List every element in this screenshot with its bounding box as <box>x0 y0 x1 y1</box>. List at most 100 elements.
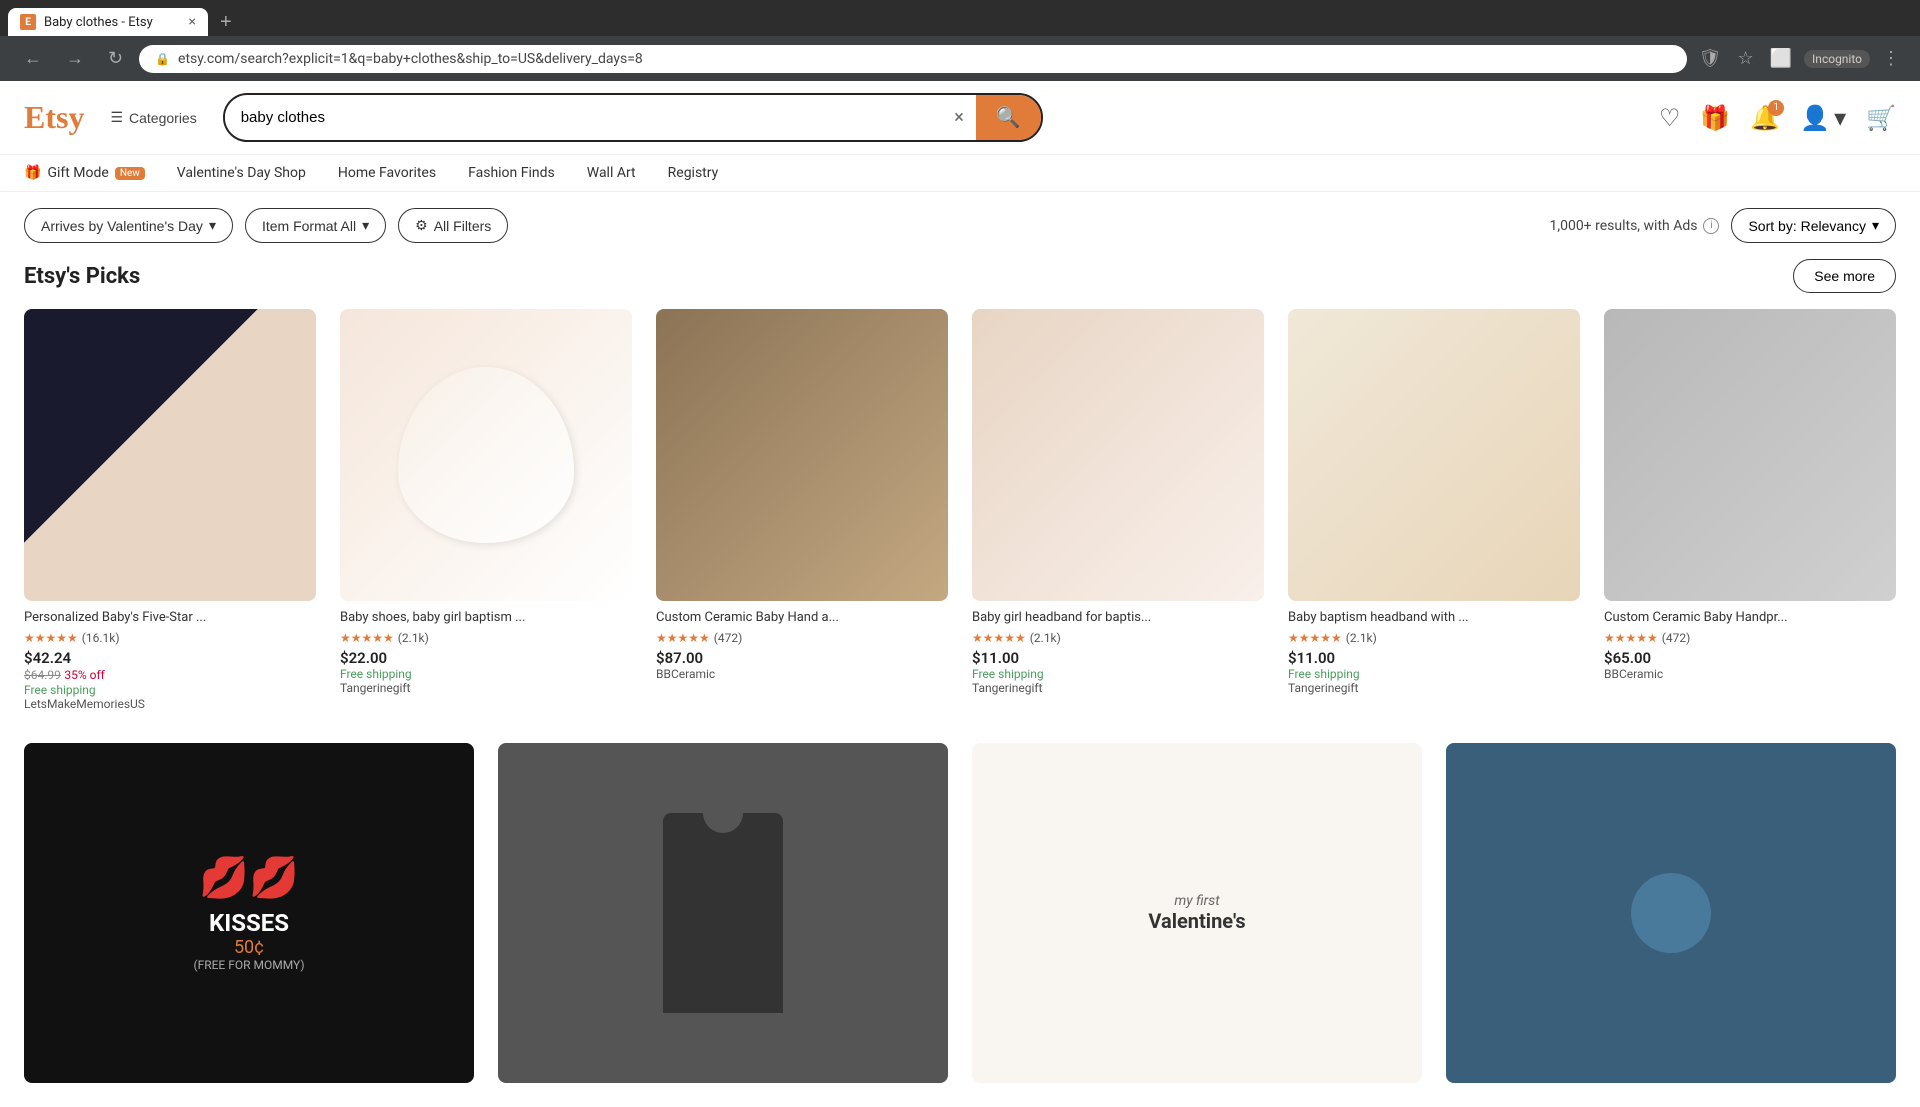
product-shipping: Free shipping <box>972 667 1264 681</box>
etsy-page: Etsy ☰ Categories × 🔍 ♡ 🎁 🔔 1 👤 ▾ 🛒 🎁 <box>0 81 1920 1107</box>
nav-wall-art-label: Wall Art <box>587 165 636 181</box>
nav-item-registry[interactable]: Registry <box>668 165 719 181</box>
site-header: Etsy ☰ Categories × 🔍 ♡ 🎁 🔔 1 👤 ▾ 🛒 <box>0 81 1920 155</box>
nav-item-wall-art[interactable]: Wall Art <box>587 165 636 181</box>
search-bar[interactable]: × 🔍 <box>223 93 1043 142</box>
product-seller: BBCeramic <box>1604 667 1896 681</box>
results-info-icon[interactable]: i <box>1703 218 1719 234</box>
search-button[interactable]: 🔍 <box>976 95 1041 140</box>
product-card[interactable]: Baby baptism headband with ... ★★★★★ (2.… <box>1288 309 1580 711</box>
product-card-bottom[interactable]: 💋💋 KISSES 50¢ (FREE FOR MOMMY) <box>24 743 474 1083</box>
product-card[interactable]: Baby girl headband for baptis... ★★★★★ (… <box>972 309 1264 711</box>
sort-label: Sort by: Relevancy <box>1748 218 1866 234</box>
product-image <box>24 309 316 601</box>
profile-chevron: ▾ <box>1834 104 1846 132</box>
stars-icon: ★★★★★ <box>1288 631 1342 645</box>
product-image-bottom: my first Valentine's <box>972 743 1422 1083</box>
product-shipping: Free shipping <box>24 683 316 697</box>
product-card-bottom[interactable] <box>498 743 948 1083</box>
item-format-filter[interactable]: Item Format All ▾ <box>245 208 386 243</box>
product-rating: ★★★★★ (2.1k) <box>972 631 1264 645</box>
more-options-icon[interactable]: ⋮ <box>1878 44 1904 73</box>
tab-close-button[interactable]: × <box>189 14 196 30</box>
stars-icon: ★★★★★ <box>972 631 1026 645</box>
profile-icon[interactable]: 👤 ▾ <box>1800 104 1846 132</box>
nav-item-home-favorites[interactable]: Home Favorites <box>338 165 436 181</box>
product-image-bottom <box>1446 743 1896 1083</box>
product-image <box>340 309 632 601</box>
product-card[interactable]: Baby shoes, baby girl baptism ... ★★★★★ … <box>340 309 632 711</box>
categories-button[interactable]: ☰ Categories <box>100 103 206 132</box>
review-count: (2.1k) <box>398 631 429 645</box>
shield-icon[interactable]: 🛡 <box>1695 44 1726 73</box>
product-seller: Tangerinegift <box>340 681 632 695</box>
product-card[interactable]: Personalized Baby's Five-Star ... ★★★★★ … <box>24 309 316 711</box>
bookmark-icon[interactable]: ☆ <box>1733 44 1757 73</box>
product-shipping: Free shipping <box>1288 667 1580 681</box>
results-text: 1,000+ results, with Ads <box>1549 218 1697 234</box>
results-info: 1,000+ results, with Ads i <box>1549 218 1719 234</box>
product-seller: Tangerinegift <box>972 681 1264 695</box>
sort-button[interactable]: Sort by: Relevancy ▾ <box>1731 208 1896 243</box>
product-rating: ★★★★★ (2.1k) <box>1288 631 1580 645</box>
gift-icon[interactable]: 🎁 <box>1700 104 1730 132</box>
all-filters-label: All Filters <box>434 218 492 234</box>
arrives-by-chevron: ▾ <box>209 217 216 234</box>
review-count: (2.1k) <box>1030 631 1061 645</box>
product-image-placeholder <box>24 309 316 601</box>
nav-fashion-label: Fashion Finds <box>468 165 555 181</box>
product-image-placeholder <box>972 309 1264 601</box>
review-count: (472) <box>714 631 743 645</box>
active-tab[interactable]: E Baby clothes - Etsy × <box>8 8 208 36</box>
product-rating: ★★★★★ (472) <box>1604 631 1896 645</box>
cart-icon[interactable]: 🛒 <box>1866 104 1896 132</box>
back-button[interactable]: ← <box>16 44 50 73</box>
reload-button[interactable]: ↻ <box>100 44 131 73</box>
tab-title: Baby clothes - Etsy <box>44 15 181 30</box>
products-section: Etsy's Picks See more Personalized Baby'… <box>0 259 1920 1107</box>
original-price: $64.99 <box>24 668 61 682</box>
product-card-bottom[interactable] <box>1446 743 1896 1083</box>
search-input[interactable] <box>225 99 942 136</box>
forward-button[interactable]: → <box>58 44 92 73</box>
gift-mode-icon: 🎁 <box>24 165 41 181</box>
search-clear-button[interactable]: × <box>942 107 976 128</box>
tab-bar: E Baby clothes - Etsy × + <box>0 0 1920 36</box>
new-tab-button[interactable]: + <box>212 11 240 34</box>
product-rating: ★★★★★ (16.1k) <box>24 631 316 645</box>
see-more-button[interactable]: See more <box>1793 259 1896 293</box>
stars-icon: ★★★★★ <box>1604 631 1658 645</box>
product-title: Custom Ceramic Baby Handpr... <box>1604 609 1896 627</box>
product-image <box>656 309 948 601</box>
product-title: Baby baptism headband with ... <box>1288 609 1580 627</box>
product-grid: Personalized Baby's Five-Star ... ★★★★★ … <box>24 309 1896 711</box>
lock-icon: 🔒 <box>155 52 170 66</box>
sort-chevron: ▾ <box>1872 217 1879 234</box>
product-card[interactable]: Custom Ceramic Baby Handpr... ★★★★★ (472… <box>1604 309 1896 711</box>
product-title: Baby girl headband for baptis... <box>972 609 1264 627</box>
product-price: $65.00 <box>1604 649 1896 667</box>
stars-icon: ★★★★★ <box>24 631 78 645</box>
nav-item-gift-mode[interactable]: 🎁 Gift Mode New <box>24 165 145 181</box>
arrives-by-filter[interactable]: Arrives by Valentine's Day ▾ <box>24 208 233 243</box>
product-card-bottom[interactable]: my first Valentine's <box>972 743 1422 1083</box>
review-count: (472) <box>1662 631 1691 645</box>
etsy-logo[interactable]: Etsy <box>24 99 84 136</box>
nav-home-label: Home Favorites <box>338 165 436 181</box>
profile-switch-icon[interactable]: ⬜ <box>1766 44 1796 73</box>
hamburger-icon: ☰ <box>110 109 123 126</box>
notifications-icon[interactable]: 🔔 1 <box>1750 104 1780 132</box>
product-original-price: $64.99 35% off <box>24 667 316 683</box>
product-price: $22.00 <box>340 649 632 667</box>
review-count: (2.1k) <box>1346 631 1377 645</box>
address-bar[interactable]: 🔒 etsy.com/search?explicit=1&q=baby+clot… <box>139 45 1687 73</box>
product-image-placeholder <box>340 309 632 601</box>
wishlist-icon[interactable]: ♡ <box>1659 104 1681 132</box>
nav-valentines-label: Valentine's Day Shop <box>177 165 306 181</box>
categories-label: Categories <box>129 110 197 126</box>
nav-item-valentines[interactable]: Valentine's Day Shop <box>177 165 306 181</box>
product-card[interactable]: Custom Ceramic Baby Hand a... ★★★★★ (472… <box>656 309 948 711</box>
product-price: $11.00 <box>972 649 1264 667</box>
nav-item-fashion[interactable]: Fashion Finds <box>468 165 555 181</box>
all-filters-button[interactable]: ⚙ All Filters <box>398 208 508 243</box>
